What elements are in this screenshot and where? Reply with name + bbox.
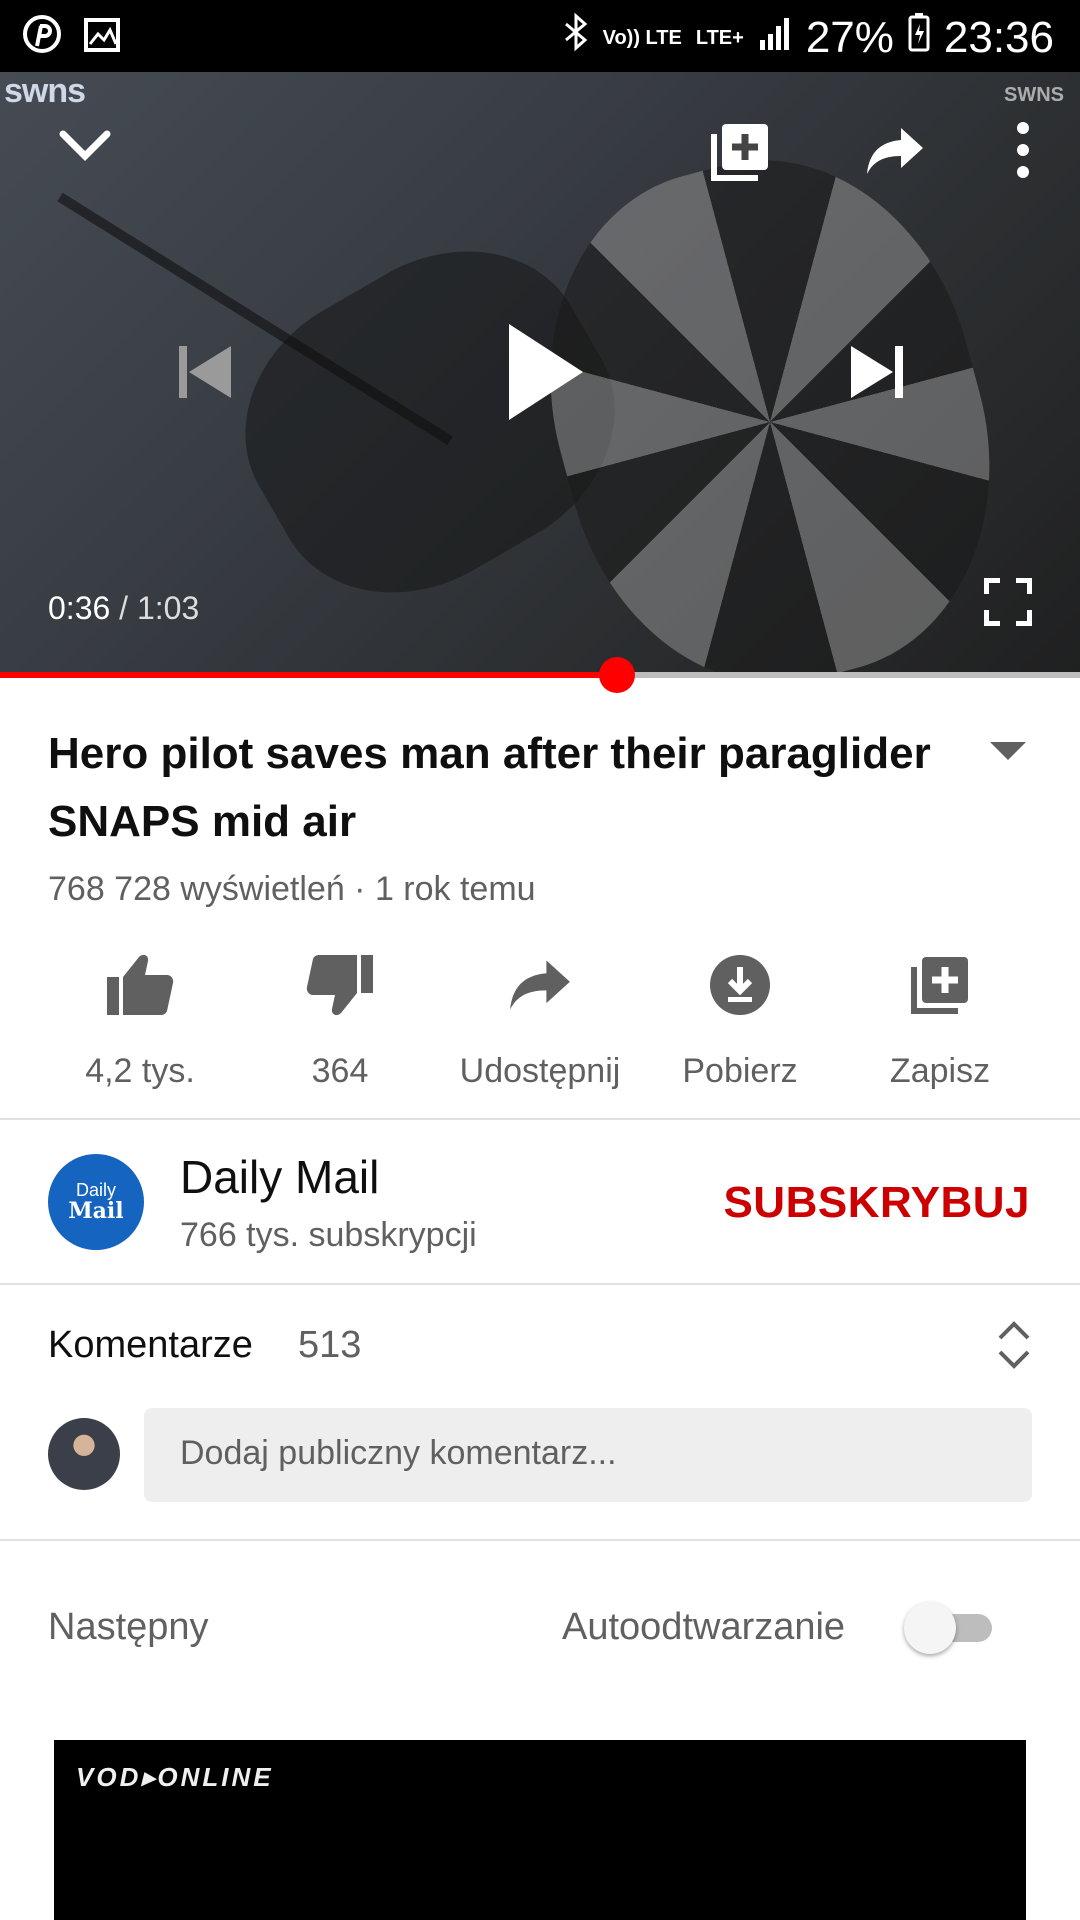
duration: 1:03	[136, 590, 200, 626]
gallery-notification-icon	[82, 14, 122, 59]
video-player[interactable]: swns SWNS 0:36 / 1:03	[0, 72, 1080, 676]
like-button[interactable]: 4,2 tys.	[40, 940, 240, 1091]
share-icon	[510, 960, 570, 1010]
network-type: LTE+	[695, 26, 744, 49]
previous-button[interactable]	[160, 332, 250, 412]
download-icon	[710, 955, 770, 1015]
avatar-text-line1: Daily	[75, 1180, 116, 1200]
more-options-button[interactable]	[1000, 112, 1046, 188]
channel-avatar[interactable]: Daily Mail	[48, 1154, 144, 1250]
minimize-button[interactable]	[40, 116, 130, 176]
seek-bar-handle[interactable]	[598, 657, 635, 693]
status-bar: Vo)) LTE LTE+ 27% 23:36	[0, 0, 1080, 72]
pinterest-icon	[22, 14, 62, 59]
skip-previous-icon	[179, 346, 231, 398]
thumbnail-brand: VOD▸ONLINE	[76, 1762, 274, 1792]
user-avatar	[48, 1418, 120, 1490]
toggle-thumb	[904, 1602, 956, 1654]
thumb-up-icon	[107, 954, 174, 1015]
time-separator: /	[110, 590, 137, 626]
watermark-right: SWNS	[1004, 84, 1064, 106]
action-bar: 4,2 tys. 364 Udostępnij Pobierz Zapisz	[40, 940, 1040, 1091]
autoplay-toggle[interactable]	[904, 1602, 998, 1654]
expand-comments-button[interactable]	[996, 1320, 1032, 1375]
divider	[0, 1118, 1080, 1120]
clock: 23:36	[943, 12, 1054, 62]
autoplay-label: Autoodtwarzanie	[562, 1606, 846, 1648]
battery-percent: 27%	[805, 12, 894, 62]
share-icon	[867, 128, 923, 174]
video-title[interactable]: Hero pilot saves man after their paragli…	[48, 720, 948, 856]
skip-next-icon	[851, 346, 903, 398]
more-vert-icon	[1017, 122, 1029, 178]
add-to-playlist-button[interactable]	[700, 112, 780, 192]
seek-bar[interactable]	[0, 657, 1080, 693]
channel-name[interactable]: Daily Mail	[180, 1150, 379, 1204]
share-button[interactable]	[855, 116, 935, 186]
divider	[0, 1539, 1080, 1541]
save-label: Zapisz	[889, 1052, 991, 1090]
expand-description-button[interactable]	[988, 740, 1028, 767]
up-next-label: Następny	[48, 1606, 209, 1648]
bluetooth-icon	[563, 12, 589, 63]
fullscreen-icon	[984, 578, 1032, 626]
subscriber-count: 766 tys. subskrypcji	[180, 1216, 477, 1254]
current-time: 0:36	[48, 590, 111, 626]
divider	[0, 1283, 1080, 1285]
add-to-playlist-icon	[711, 124, 768, 181]
dislike-count: 364	[311, 1052, 369, 1090]
like-count: 4,2 tys.	[85, 1052, 195, 1090]
comment-input[interactable]: Dodaj publiczny komentarz...	[144, 1408, 1032, 1502]
dislike-button[interactable]: 364	[240, 940, 440, 1091]
watermark-left: swns	[4, 72, 86, 110]
video-meta: 768 728 wyświetleń · 1 rok temu	[48, 870, 536, 908]
share-label: Udostępnij	[459, 1052, 621, 1090]
seek-bar-played	[0, 672, 617, 678]
avatar-text-line2: Mail	[68, 1198, 124, 1224]
add-to-playlist-icon	[911, 957, 968, 1014]
next-button[interactable]	[832, 332, 922, 412]
chevron-down-icon	[59, 130, 111, 161]
share-action-button[interactable]: Udostępnij	[440, 940, 640, 1091]
time-display: 0:36 / 1:03	[48, 590, 199, 627]
download-label: Pobierz	[682, 1052, 798, 1090]
battery-icon	[908, 12, 930, 63]
volte-indicator: Vo)) LTE	[602, 26, 682, 49]
caret-down-icon	[990, 742, 1026, 760]
comments-label[interactable]: Komentarze	[48, 1324, 253, 1367]
download-button[interactable]: Pobierz	[640, 940, 840, 1091]
signal-icon	[758, 13, 792, 63]
next-video-thumbnail[interactable]: VOD▸ONLINE	[54, 1740, 1026, 1920]
play-icon	[509, 324, 583, 420]
save-button[interactable]: Zapisz	[840, 940, 1040, 1091]
thumb-down-icon	[306, 955, 373, 1016]
comments-count: 513	[298, 1324, 362, 1366]
unfold-more-icon	[998, 1321, 1030, 1369]
play-button[interactable]	[490, 312, 600, 432]
fullscreen-button[interactable]	[976, 570, 1040, 634]
subscribe-button[interactable]: SUBSKRYBUJ	[723, 1178, 1030, 1228]
